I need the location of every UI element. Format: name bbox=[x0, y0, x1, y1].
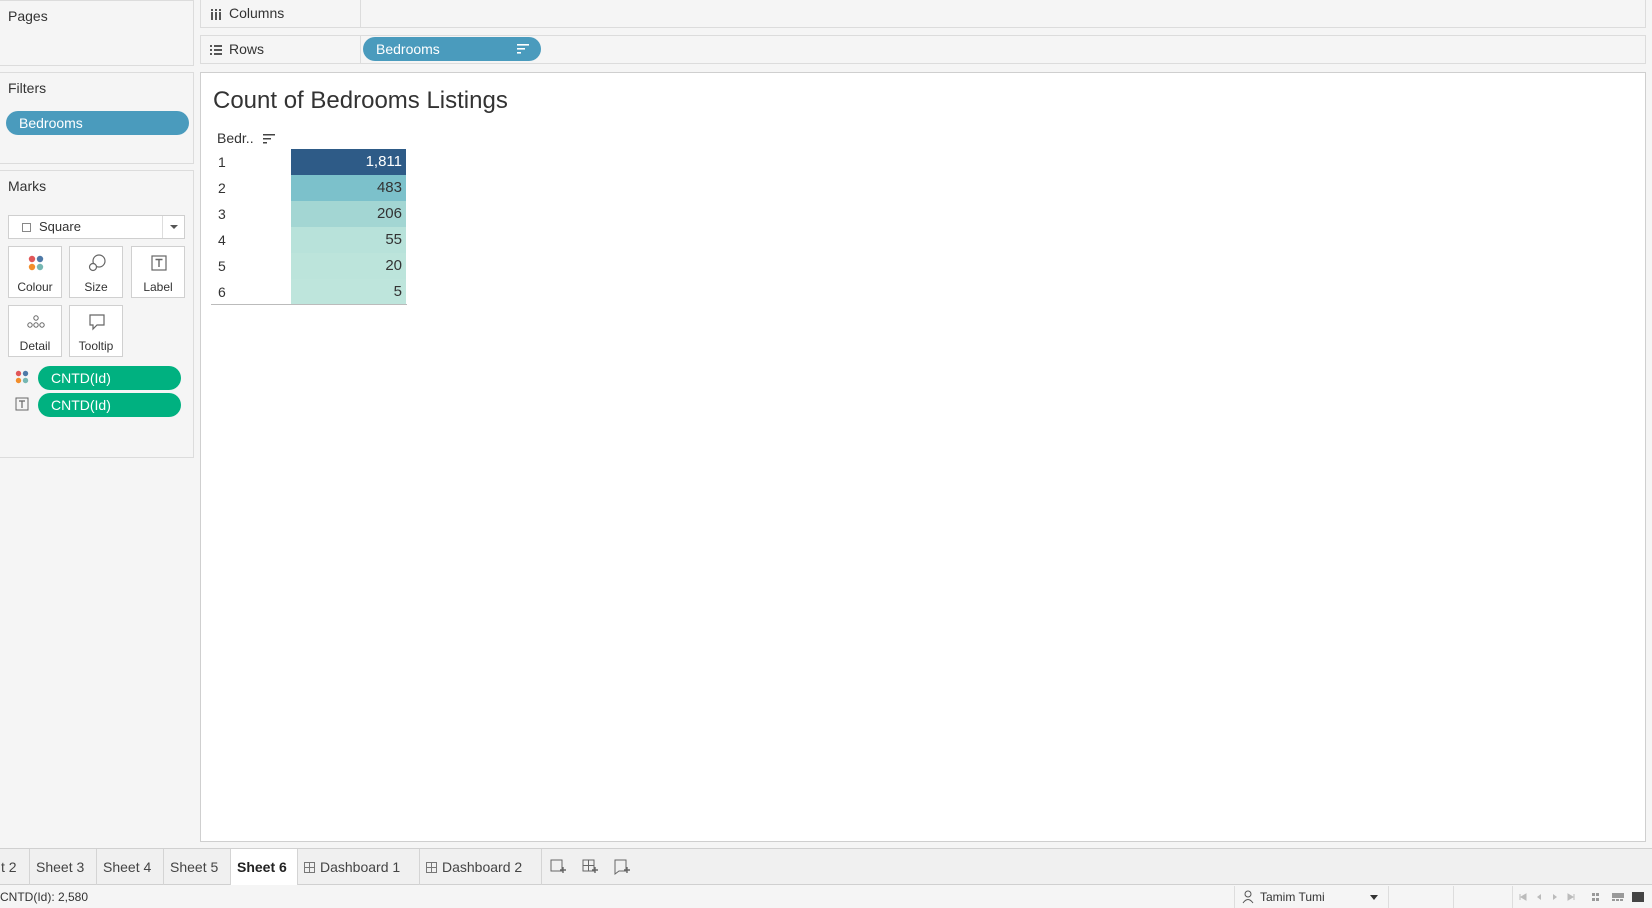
label-field-icon bbox=[15, 397, 29, 411]
label-button[interactable]: Label bbox=[131, 246, 185, 298]
next-sheet-icon[interactable] bbox=[1550, 892, 1560, 902]
status-segment bbox=[1454, 886, 1513, 908]
colour-button-label: Colour bbox=[17, 280, 53, 294]
sort-descending-icon[interactable] bbox=[517, 44, 529, 54]
size-button-label: Size bbox=[84, 280, 108, 294]
tooltip-button[interactable]: Tooltip bbox=[69, 305, 123, 357]
tab-dashboard-2-label: Dashboard 2 bbox=[442, 859, 523, 875]
tab-sheet-6[interactable]: Sheet 6 bbox=[231, 849, 298, 885]
worksheet-title: Count of Bedrooms Listings bbox=[213, 87, 508, 114]
colour-button[interactable]: Colour bbox=[8, 246, 62, 298]
tableau-workspace: Pages Filters Bedrooms Marks Square Colo… bbox=[0, 0, 1652, 908]
speech-bubble-icon bbox=[89, 314, 105, 331]
filter-pill-bedrooms[interactable]: Bedrooms bbox=[6, 111, 189, 135]
size-button[interactable]: Size bbox=[69, 246, 123, 298]
row-label-3[interactable]: 3 bbox=[218, 201, 226, 227]
pages-card[interactable]: Pages bbox=[0, 0, 194, 66]
bedrooms-column-header[interactable]: Bedr.. bbox=[217, 130, 254, 146]
filters-title: Filters bbox=[8, 80, 47, 96]
last-sheet-icon[interactable] bbox=[1566, 892, 1576, 902]
colour-field-icon bbox=[15, 370, 29, 384]
user-name: Tamim Tumi bbox=[1260, 890, 1325, 904]
status-bar: CNTD(Id): 2,580 Tamim Tumi bbox=[0, 886, 1652, 908]
row-label-5[interactable]: 5 bbox=[218, 253, 226, 279]
rows-shelf[interactable]: Rows Bedrooms bbox=[200, 35, 1646, 64]
rows-icon bbox=[210, 45, 222, 55]
columns-shelf[interactable]: Columns bbox=[200, 0, 1646, 28]
row-label-1[interactable]: 1 bbox=[218, 149, 226, 175]
columns-shelf-label: Columns bbox=[201, 0, 361, 27]
new-worksheet-icon[interactable] bbox=[548, 857, 568, 877]
marks-title: Marks bbox=[8, 178, 47, 194]
table-bottom-rule bbox=[211, 304, 407, 305]
new-story-icon[interactable] bbox=[612, 857, 632, 877]
tooltip-button-label: Tooltip bbox=[78, 339, 114, 353]
dashboard-icon bbox=[426, 862, 437, 873]
columns-icon bbox=[211, 9, 221, 20]
count-cell-3[interactable]: 206 bbox=[291, 201, 406, 227]
tab-sheet-5[interactable]: Sheet 5 bbox=[164, 849, 231, 885]
square-mark-icon bbox=[22, 223, 31, 232]
colour-field-pill[interactable]: CNTD(Id) bbox=[38, 366, 181, 390]
mark-type-dropdown[interactable]: Square bbox=[8, 215, 185, 239]
tab-sheet-3[interactable]: Sheet 3 bbox=[30, 849, 97, 885]
row-label-2[interactable]: 2 bbox=[218, 175, 226, 201]
text-label-icon bbox=[151, 255, 167, 271]
user-icon bbox=[1242, 890, 1254, 904]
tabs-view-icon[interactable] bbox=[1632, 892, 1644, 902]
chevron-down-icon bbox=[1370, 895, 1378, 900]
tab-sheet-4[interactable]: Sheet 4 bbox=[97, 849, 164, 885]
rows-pill-bedrooms[interactable]: Bedrooms bbox=[363, 37, 541, 61]
rows-label: Rows bbox=[229, 41, 265, 57]
count-cell-5[interactable]: 20 bbox=[291, 253, 406, 279]
detail-icon bbox=[27, 315, 45, 328]
label-field-pill[interactable]: CNTD(Id) bbox=[38, 393, 181, 417]
new-dashboard-icon[interactable] bbox=[580, 857, 600, 877]
sort-icon[interactable] bbox=[263, 134, 275, 144]
pages-title: Pages bbox=[8, 8, 48, 24]
user-menu[interactable]: Tamim Tumi bbox=[1234, 886, 1389, 908]
status-segment bbox=[1389, 886, 1454, 908]
tab-dashboard-2[interactable]: Dashboard 2 bbox=[420, 849, 542, 885]
size-icon bbox=[88, 254, 106, 272]
rows-shelf-label: Rows bbox=[201, 36, 361, 63]
sheet-sorter-icon[interactable] bbox=[1592, 892, 1602, 902]
count-cell-1[interactable]: 1,811 bbox=[291, 149, 406, 175]
status-summary: CNTD(Id): 2,580 bbox=[0, 890, 89, 904]
rows-pill-label: Bedrooms bbox=[376, 41, 440, 57]
tab-dashboard-1[interactable]: Dashboard 1 bbox=[298, 849, 420, 885]
first-sheet-icon[interactable] bbox=[1518, 892, 1528, 902]
row-label-4[interactable]: 4 bbox=[218, 227, 226, 253]
count-cell-6[interactable]: 5 bbox=[291, 279, 406, 305]
columns-label: Columns bbox=[229, 5, 285, 21]
previous-sheet-icon[interactable] bbox=[1534, 892, 1544, 902]
detail-button[interactable]: Detail bbox=[8, 305, 62, 357]
tab-dashboard-1-label: Dashboard 1 bbox=[320, 859, 401, 875]
filmstrip-icon[interactable] bbox=[1612, 892, 1624, 902]
viz-canvas: Count of Bedrooms Listings Bedr.. 1 1,81… bbox=[200, 72, 1646, 842]
tab-sheet-2[interactable]: t 2 bbox=[0, 849, 30, 885]
dashboard-icon bbox=[304, 862, 315, 873]
marks-card: Marks Square Colour Size Label Detail To… bbox=[0, 170, 194, 458]
count-cell-4[interactable]: 55 bbox=[291, 227, 406, 253]
mark-type-value: Square bbox=[39, 219, 81, 234]
count-cell-2[interactable]: 483 bbox=[291, 175, 406, 201]
colour-icon bbox=[28, 255, 44, 271]
filters-card[interactable]: Filters Bedrooms bbox=[0, 72, 194, 164]
sheet-tab-bar: t 2 Sheet 3 Sheet 4 Sheet 5 Sheet 6 Dash… bbox=[0, 848, 1652, 885]
row-label-6[interactable]: 6 bbox=[218, 279, 226, 305]
label-button-label: Label bbox=[143, 280, 173, 294]
chevron-down-icon[interactable] bbox=[162, 216, 184, 238]
detail-button-label: Detail bbox=[19, 339, 51, 353]
